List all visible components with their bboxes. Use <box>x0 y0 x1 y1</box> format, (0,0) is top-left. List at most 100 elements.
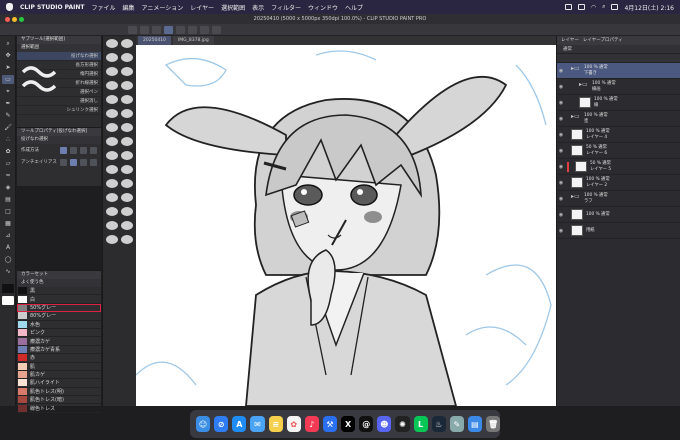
color-set-item[interactable]: 水色 <box>17 320 101 329</box>
color-set-item[interactable]: 50%グレー <box>17 303 101 313</box>
sub-tool-item[interactable]: 投げなわ選択 <box>17 52 101 61</box>
discord-icon[interactable]: ☻ <box>377 416 392 432</box>
redo-button[interactable] <box>140 25 149 34</box>
snap-grid-button[interactable] <box>200 25 209 34</box>
sub-tool-group-tab[interactable]: 選択範囲 <box>17 44 101 52</box>
x-icon[interactable]: X <box>341 416 356 432</box>
music-icon[interactable]: ♪ <box>304 416 319 432</box>
battery-icon[interactable] <box>577 4 585 10</box>
steam-icon[interactable]: ♨ <box>431 416 446 432</box>
brush-size-item[interactable] <box>106 221 118 230</box>
visibility-eye-icon[interactable]: ◉ <box>557 148 565 154</box>
menu-layer[interactable]: レイヤー <box>190 3 214 12</box>
color-set-item[interactable]: 肌 <box>17 362 101 371</box>
antialias-none-button[interactable] <box>60 158 67 166</box>
clock[interactable]: 4月12日(土) 2:16 <box>624 3 674 12</box>
layer-row[interactable]: ◉ 50 % 通常 レイヤー 5 <box>557 159 680 175</box>
visibility-eye-icon[interactable]: ◉ <box>557 100 565 106</box>
brush-size-item[interactable] <box>121 151 133 160</box>
brush-size-item[interactable] <box>121 95 133 104</box>
status-app-icon[interactable] <box>564 4 572 10</box>
brush-size-item[interactable] <box>121 179 133 188</box>
brush-size-item[interactable] <box>121 221 133 230</box>
brush-size-item[interactable] <box>121 207 133 216</box>
wifi-icon[interactable]: ◠ <box>591 4 596 11</box>
brush-size-item[interactable] <box>106 207 118 216</box>
menu-view[interactable]: 表示 <box>252 3 264 12</box>
safari-icon[interactable]: ⊘ <box>214 416 229 432</box>
visibility-eye-icon[interactable]: ◉ <box>557 228 565 234</box>
brush-size-item[interactable] <box>106 193 118 202</box>
add-selection-button[interactable] <box>70 146 77 154</box>
antialias-mid-button[interactable] <box>80 158 87 166</box>
layer-property-tab[interactable]: レイヤープロパティ <box>583 36 623 45</box>
menu-file[interactable]: ファイル <box>91 3 115 12</box>
color-set-item[interactable]: 80%グレー <box>17 312 101 321</box>
ruler-tool-icon[interactable]: ⊿ <box>2 231 14 240</box>
zoom-tool-icon[interactable]: ⌕ <box>2 39 14 48</box>
eyedropper-tool-icon[interactable]: ⌖ <box>2 87 14 96</box>
notes-icon[interactable]: ≡ <box>268 416 283 432</box>
layer-row[interactable]: ◉ ▸▭ 100 % 通常 ラフ <box>557 191 680 207</box>
color-set-item[interactable]: 赤 <box>17 354 101 363</box>
zoom-window-button[interactable] <box>19 17 24 22</box>
fill-tool-icon[interactable]: ◈ <box>2 183 14 192</box>
invert-selection-button[interactable] <box>176 25 185 34</box>
files-icon[interactable]: ▤ <box>467 416 482 432</box>
color-set-item[interactable]: 療濃カゲ青系 <box>17 345 101 355</box>
mail-icon[interactable]: ✉ <box>250 416 265 432</box>
menu-help[interactable]: ヘルプ <box>345 3 363 12</box>
sub-color-swatch[interactable] <box>2 296 14 305</box>
clip-studio-icon[interactable]: ✎ <box>449 416 464 432</box>
brush-size-item[interactable] <box>121 123 133 132</box>
antialias-strong-button[interactable] <box>90 158 97 166</box>
minimize-window-button[interactable] <box>12 17 17 22</box>
snap-ruler-button[interactable] <box>188 25 197 34</box>
brush-size-item[interactable] <box>121 109 133 118</box>
layer-row[interactable]: ◉ 100 % 通常 <box>557 207 680 223</box>
layer-row[interactable]: ◉ 用紙 <box>557 223 680 239</box>
search-icon[interactable]: ⌕ <box>602 3 605 11</box>
visibility-eye-icon[interactable]: ◉ <box>557 180 565 186</box>
antialias-weak-button[interactable] <box>70 158 77 166</box>
brush-size-item[interactable] <box>106 179 118 188</box>
color-set-item[interactable]: 療濃カゲ <box>17 337 101 346</box>
menu-edit[interactable]: 編集 <box>123 3 135 12</box>
brush-size-item[interactable] <box>106 39 118 48</box>
sub-tool-item[interactable]: シュリンク選択 <box>17 106 101 115</box>
brush-size-item[interactable] <box>121 165 133 174</box>
brush-size-item[interactable] <box>106 81 118 90</box>
visibility-eye-icon[interactable]: ◉ <box>557 116 565 122</box>
close-window-button[interactable] <box>5 17 10 22</box>
eraser-tool-icon[interactable]: ▱ <box>2 159 14 168</box>
layer-row[interactable]: ◉ 100 % 通常 レイヤー 2 <box>557 175 680 191</box>
brush-size-item[interactable] <box>106 165 118 174</box>
layer-tab[interactable]: レイヤー <box>561 36 579 45</box>
brush-size-item[interactable] <box>121 193 133 202</box>
figure-tool-icon[interactable]: □ <box>2 207 14 216</box>
visibility-eye-icon[interactable]: ◉ <box>557 164 565 170</box>
subtract-selection-button[interactable] <box>80 146 87 154</box>
brush-size-item[interactable] <box>121 81 133 90</box>
visibility-eye-icon[interactable]: ◉ <box>557 212 565 218</box>
line-icon[interactable]: L <box>413 416 428 432</box>
brush-size-item[interactable] <box>121 137 133 146</box>
color-set-item[interactable]: 白 <box>17 295 101 304</box>
canvas-tab[interactable]: IMG_8378.jpg <box>172 36 214 45</box>
color-set-item[interactable]: 肌カゲ <box>17 371 101 380</box>
brush-size-item[interactable] <box>121 53 133 62</box>
trash-icon[interactable]: 🗑 <box>486 416 501 432</box>
visibility-eye-icon[interactable]: ◉ <box>557 132 565 138</box>
blend-tool-icon[interactable]: ≈ <box>2 171 14 180</box>
pencil-tool-icon[interactable]: ✎ <box>2 111 14 120</box>
deselect-button[interactable] <box>164 25 173 34</box>
gradient-tool-icon[interactable]: ▤ <box>2 195 14 204</box>
layer-row[interactable]: ◉ 100 % 通常 レイヤー 4 <box>557 127 680 143</box>
app-store-icon[interactable]: A <box>232 416 247 432</box>
move-tool-icon[interactable]: ✥ <box>2 51 14 60</box>
color-set-dropdown[interactable]: よく使う色 <box>17 279 101 287</box>
xcode-icon[interactable]: ⚒ <box>322 416 337 432</box>
finder-icon[interactable]: ☺ <box>196 416 211 432</box>
balloon-tool-icon[interactable]: ◯ <box>2 255 14 264</box>
visibility-eye-icon[interactable]: ◉ <box>557 196 565 202</box>
